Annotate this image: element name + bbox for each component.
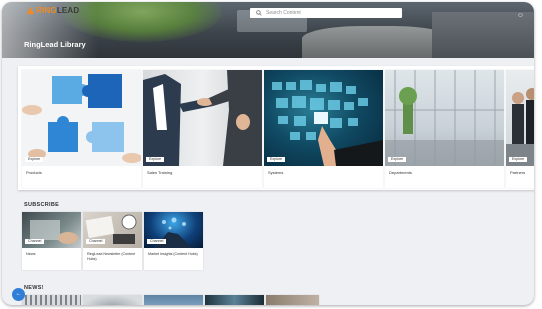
search-input[interactable]: Search Content — [250, 8, 402, 18]
departments-office-image — [385, 70, 504, 166]
tile-label: Departments — [389, 170, 412, 175]
news-image — [205, 295, 264, 305]
tile-label: Systems — [268, 170, 284, 175]
library-tile-departments[interactable]: Explore Departments — [385, 70, 504, 188]
sales-handshake-image — [143, 70, 262, 166]
tile-label: News — [26, 252, 36, 256]
systems-touchscreen-image — [264, 70, 383, 166]
help-icon[interactable]: ☺ — [517, 12, 524, 19]
tile-badge: Explore — [25, 157, 44, 162]
library-tile-partners[interactable]: Explore Partners — [506, 70, 534, 188]
tile-label: Market Insights (Content Hubs) — [148, 252, 198, 256]
tile-label: RingLead Newsletter (Content Hubs) — [87, 252, 136, 261]
subscribe-tile-news[interactable]: Channel News — [22, 212, 81, 270]
news-tile-1[interactable] — [22, 295, 81, 305]
tile-badge: Channel — [86, 239, 106, 244]
search-placeholder: Search Content — [266, 10, 301, 16]
library-tile-systems[interactable]: Explore Systems — [264, 70, 383, 188]
tile-label: Sales Training — [147, 170, 173, 175]
tile-badge: Channel — [147, 239, 167, 244]
subscribe-tile-newsletter[interactable]: Channel RingLead Newsletter (Content Hub… — [83, 212, 142, 270]
news-tile-4[interactable] — [205, 295, 264, 305]
tile-label: Products — [26, 170, 42, 175]
library-tile-sales-training[interactable]: Explore Sales Training — [143, 70, 262, 188]
tile-badge: Channel — [25, 239, 45, 244]
news-image — [266, 295, 319, 305]
tile-label: Partners — [510, 170, 526, 175]
tile-badge: Explore — [267, 157, 286, 162]
tile-badge: Explore — [388, 157, 407, 162]
search-icon — [256, 10, 262, 16]
subscribe-tile-market-insights[interactable]: Channel Market Insights (Content Hubs) — [144, 212, 203, 270]
tile-badge: Explore — [146, 157, 165, 162]
page-title: RingLead Library — [24, 40, 86, 49]
logo-text-lead: LEAD — [56, 6, 80, 15]
back-button[interactable]: ← — [12, 288, 25, 301]
news-columns-image — [22, 295, 81, 305]
logo-mark-icon — [26, 7, 35, 15]
products-puzzle-image — [22, 70, 141, 166]
news-heading: NEWS! — [24, 285, 44, 291]
ringlead-logo[interactable]: RINGLEAD — [26, 6, 79, 15]
header-banner: RINGLEAD Search Content ☺ RingLead Libra… — [2, 2, 534, 58]
news-tile-5[interactable] — [266, 295, 319, 305]
app-window: RINGLEAD Search Content ☺ RingLead Libra… — [2, 2, 534, 305]
news-image — [83, 295, 142, 305]
subscribe-heading: SUBSCRIBE — [24, 202, 60, 208]
partners-people-image — [506, 70, 534, 166]
tile-badge: Explore — [509, 157, 528, 162]
logo-text-ring: RING — [36, 6, 57, 15]
library-tile-products[interactable]: Explore Products — [22, 70, 141, 188]
news-tile-2[interactable] — [83, 295, 142, 305]
news-building-image — [144, 295, 203, 305]
news-tile-3[interactable] — [144, 295, 203, 305]
